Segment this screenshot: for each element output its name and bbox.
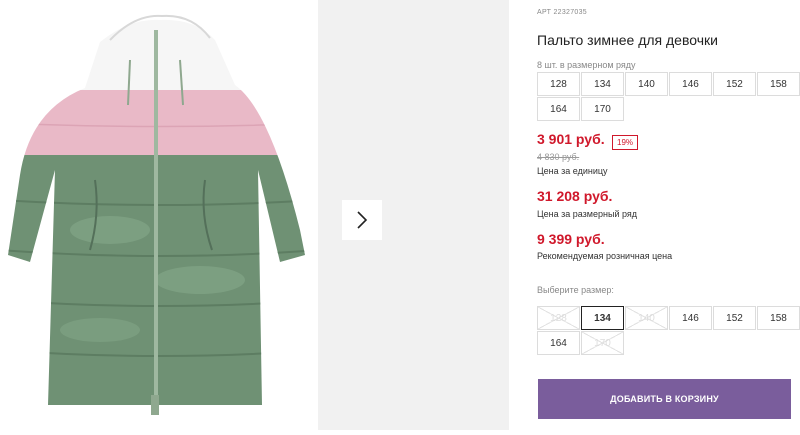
pack-price: 31 208 руб. [537, 188, 613, 204]
size-option: 170 [581, 331, 624, 355]
coat-illustration [8, 14, 305, 415]
size-selector: 128 134 140 146 152 158 164 170 [537, 306, 800, 355]
pack-size-cell: 158 [757, 72, 800, 96]
product-info: АРТ 22327035 Пальто зимнее для девочки 8… [537, 0, 800, 430]
size-option[interactable]: 158 [757, 306, 800, 330]
pack-size-cell: 134 [581, 72, 624, 96]
size-option: 140 [625, 306, 668, 330]
retail-price-caption: Рекомендуемая розничная цена [537, 251, 673, 261]
size-option[interactable]: 146 [669, 306, 712, 330]
product-image [0, 0, 318, 430]
unit-price: 3 901 руб. [537, 131, 605, 147]
old-price: 4 830 руб. [537, 152, 580, 162]
size-option[interactable]: 134 [581, 306, 624, 330]
chevron-right-icon [357, 211, 368, 229]
unit-price-caption: Цена за единицу [537, 166, 608, 176]
product-title: Пальто зимнее для девочки [537, 32, 718, 48]
add-to-cart-button[interactable]: ДОБАВИТЬ В КОРЗИНУ [538, 379, 791, 419]
pack-size-grid: 128 134 140 146 152 158 164 170 [537, 72, 800, 121]
pack-size-label: 8 шт. в размерном ряду [537, 60, 636, 70]
retail-price: 9 399 руб. [537, 231, 605, 247]
choose-size-label: Выберите размер: [537, 285, 614, 295]
next-image-button[interactable] [342, 200, 382, 240]
size-option[interactable]: 164 [537, 331, 580, 355]
pack-size-cell: 128 [537, 72, 580, 96]
pack-size-cell: 140 [625, 72, 668, 96]
pack-price-caption: Цена за размерный ряд [537, 209, 638, 219]
size-option[interactable]: 152 [713, 306, 756, 330]
size-option: 128 [537, 306, 580, 330]
pack-size-cell: 146 [669, 72, 712, 96]
article-number: АРТ 22327035 [537, 9, 587, 16]
discount-badge: 19% [612, 135, 639, 150]
pack-size-cell: 164 [537, 97, 580, 121]
pack-size-cell: 152 [713, 72, 756, 96]
pack-size-cell: 170 [581, 97, 624, 121]
